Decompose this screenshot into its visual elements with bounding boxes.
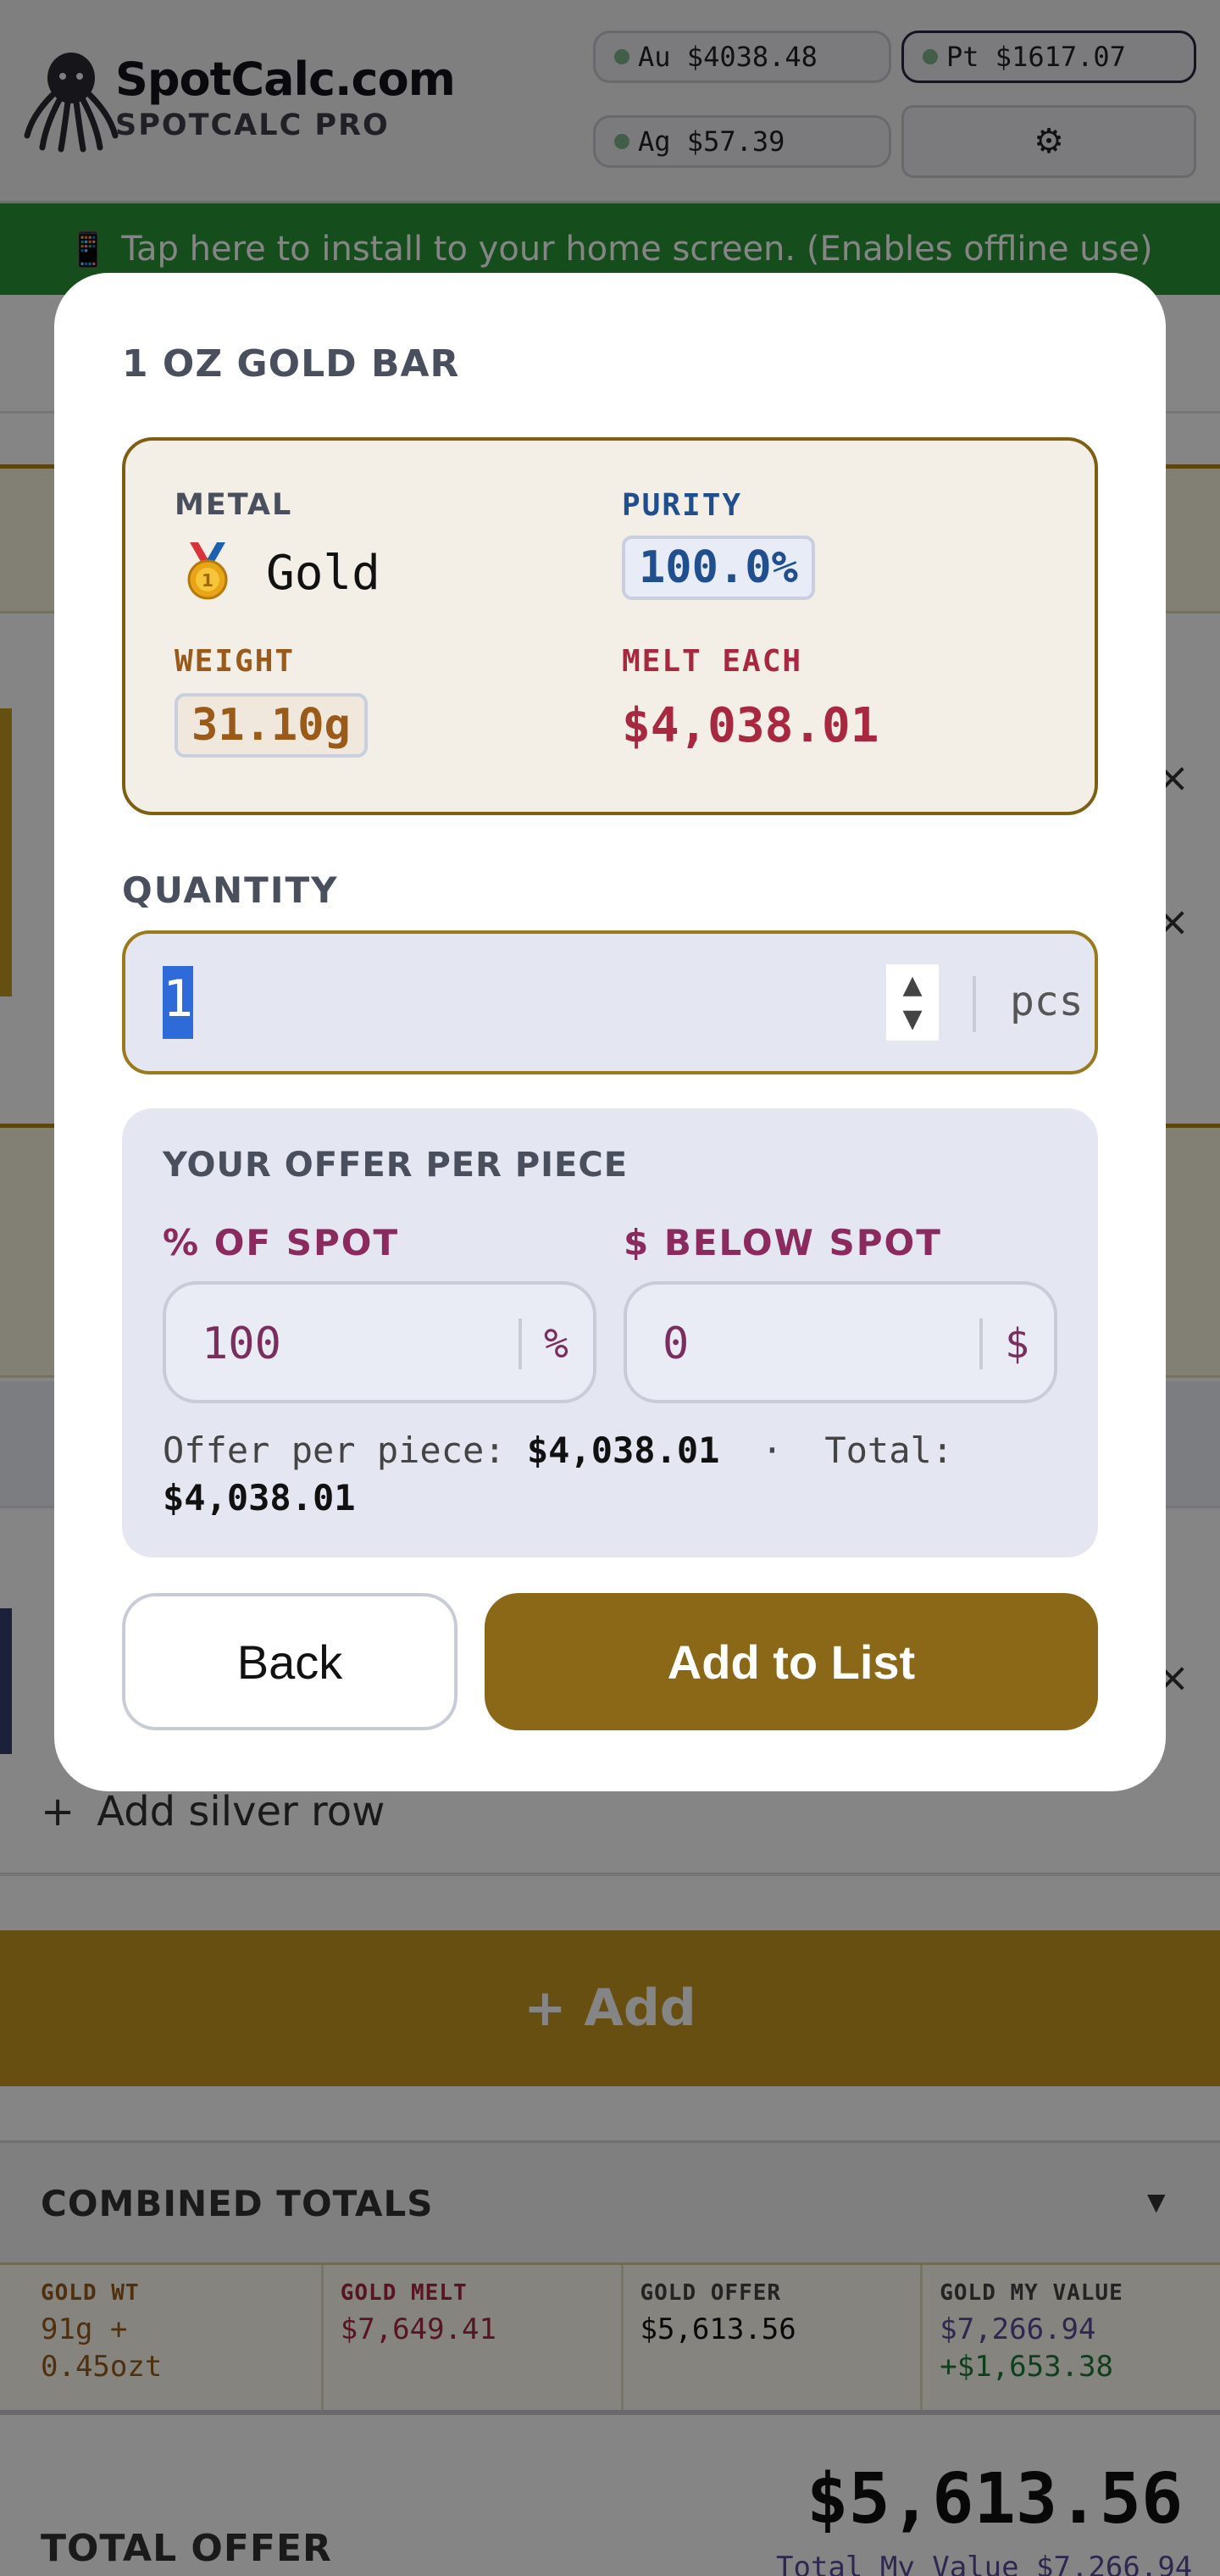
melt-each-value: $4,038.01 bbox=[622, 698, 879, 753]
percent-of-spot-input[interactable]: 100 % bbox=[163, 1281, 596, 1403]
percent-of-spot-value: 100 bbox=[202, 1319, 281, 1369]
back-button[interactable]: Back bbox=[122, 1593, 458, 1730]
quantity-unit: pcs bbox=[1010, 978, 1084, 1025]
quantity-label: QUANTITY bbox=[122, 869, 339, 911]
dollar-unit: $ bbox=[1005, 1320, 1029, 1368]
quantity-value: 1 bbox=[163, 966, 194, 1039]
offer-total-value: $4,038.01 bbox=[163, 1477, 356, 1518]
weight-value[interactable]: 31.10g bbox=[175, 693, 368, 758]
separator-dot: · bbox=[761, 1430, 784, 1471]
divider bbox=[979, 1319, 983, 1369]
quantity-input[interactable]: 1 ▲ ▼ pcs bbox=[122, 930, 1098, 1074]
offer-summary: Offer per piece: $4,038.01 · Total: $4,0… bbox=[163, 1427, 1061, 1522]
divider bbox=[518, 1319, 522, 1369]
below-spot-label: $ BELOW SPOT bbox=[624, 1222, 942, 1263]
offer-panel: YOUR OFFER PER PIECE % OF SPOT $ BELOW S… bbox=[122, 1108, 1098, 1557]
weight-label: WEIGHT bbox=[175, 644, 296, 679]
offer-total-label: Total: bbox=[824, 1430, 954, 1471]
chevron-down-icon[interactable]: ▼ bbox=[902, 1002, 922, 1036]
below-spot-value: 0 bbox=[663, 1319, 690, 1369]
below-spot-input[interactable]: 0 $ bbox=[624, 1281, 1057, 1403]
purity-label: PURITY bbox=[622, 488, 743, 523]
offer-title: YOUR OFFER PER PIECE bbox=[163, 1146, 629, 1185]
modal-title: 1 OZ GOLD BAR bbox=[122, 342, 460, 386]
melt-each-label: MELT EACH bbox=[622, 644, 803, 679]
chevron-up-icon[interactable]: ▲ bbox=[902, 969, 922, 1002]
purity-value[interactable]: 100.0% bbox=[622, 536, 815, 600]
metal-value: Gold bbox=[266, 546, 380, 601]
add-to-list-button[interactable]: Add to List bbox=[485, 1593, 1098, 1730]
percent-of-spot-label: % OF SPOT bbox=[163, 1222, 400, 1263]
quantity-stepper[interactable]: ▲ ▼ bbox=[886, 964, 939, 1041]
percent-unit: % bbox=[544, 1320, 568, 1368]
offer-per-piece-value: $4,038.01 bbox=[526, 1430, 720, 1471]
gold-medal-icon: 1 bbox=[187, 542, 228, 600]
add-item-modal: 1 OZ GOLD BAR METAL 1 Gold PURITY 100.0%… bbox=[54, 273, 1166, 1791]
item-details-card: METAL 1 Gold PURITY 100.0% WEIGHT 31.10g… bbox=[122, 437, 1098, 815]
offer-per-piece-label: Offer per piece: bbox=[163, 1430, 506, 1471]
svg-text:1: 1 bbox=[202, 570, 214, 591]
metal-label: METAL bbox=[175, 488, 293, 522]
divider bbox=[973, 976, 976, 1032]
